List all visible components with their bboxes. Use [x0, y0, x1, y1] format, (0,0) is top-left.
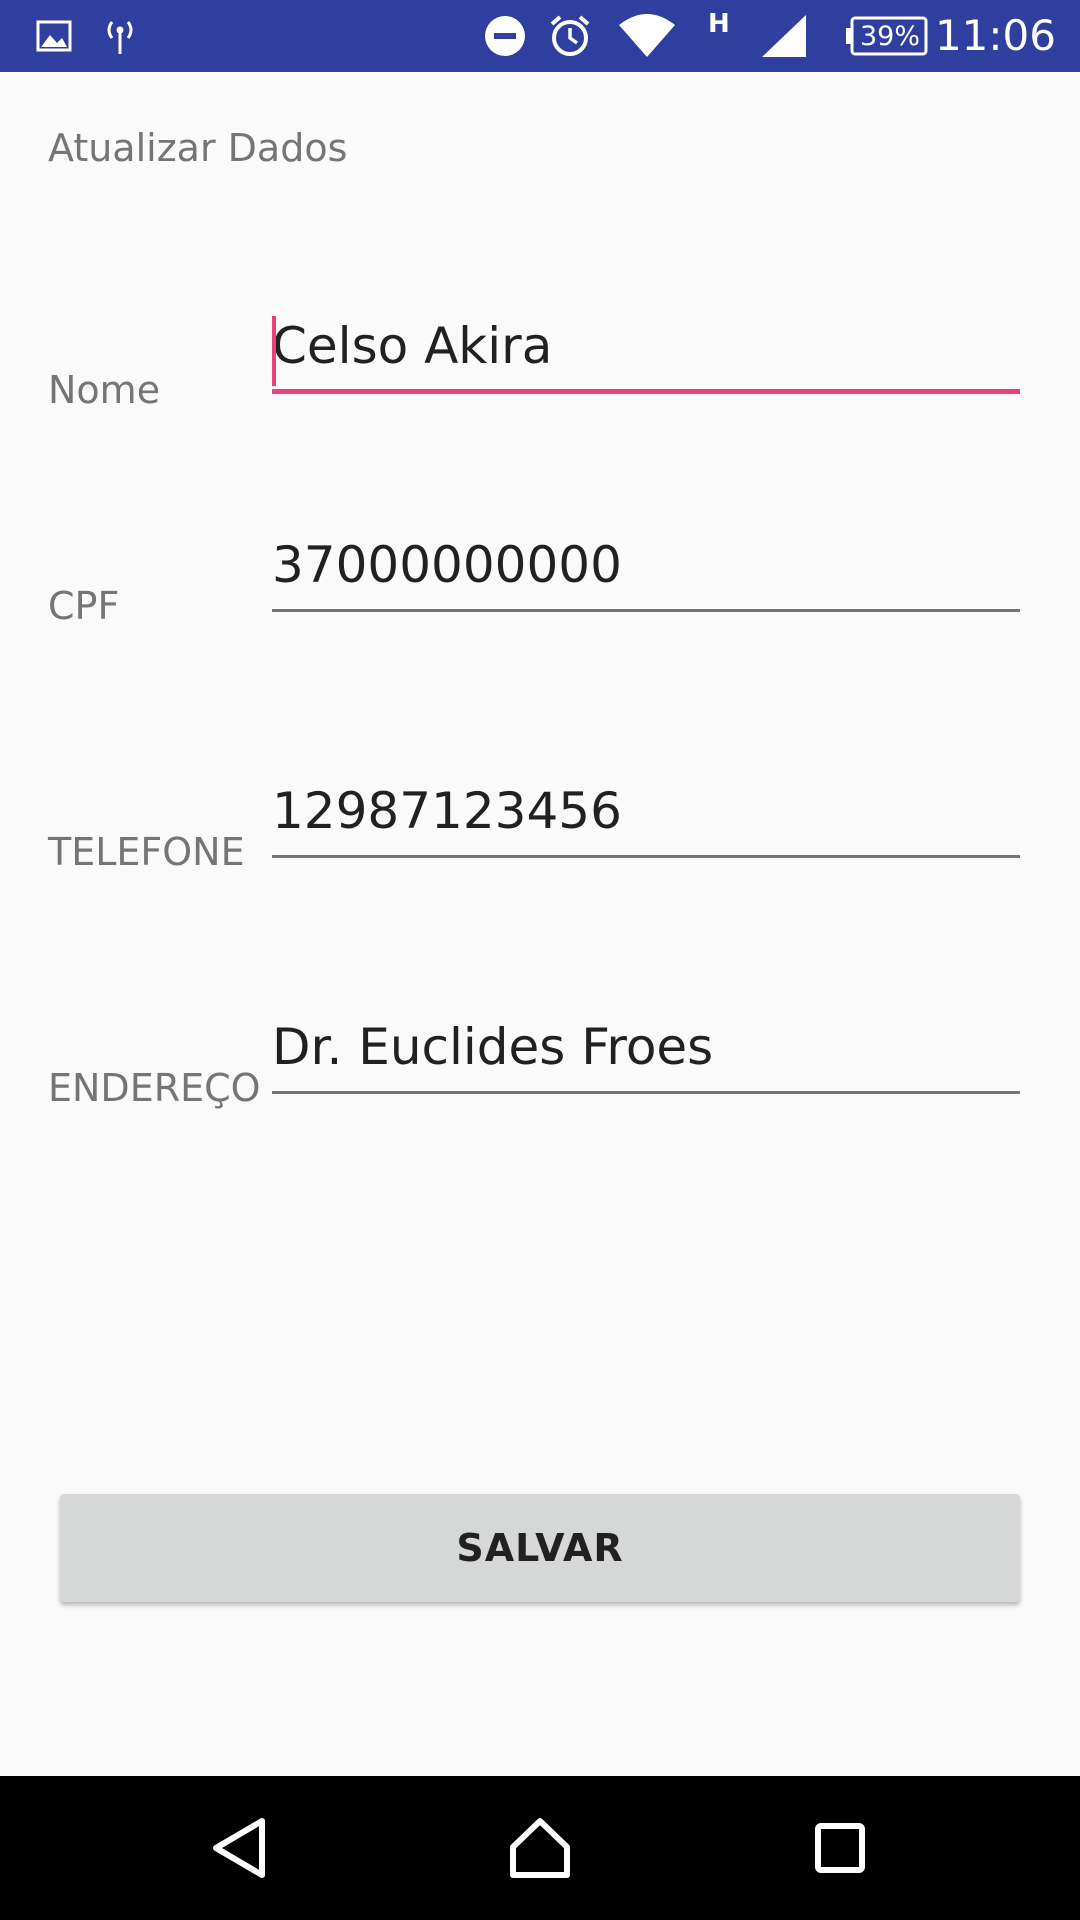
home-button[interactable]	[460, 1776, 620, 1920]
recents-button[interactable]	[760, 1776, 920, 1920]
status-bar: H 39% 11:06	[0, 0, 1080, 72]
nome-label: Nome	[48, 368, 161, 412]
navigation-bar	[0, 1776, 1080, 1920]
alarm-icon	[548, 0, 592, 72]
network-type-label: H	[708, 9, 730, 39]
telefone-label: TELEFONE	[48, 830, 245, 874]
endereco-input[interactable]	[272, 1012, 1020, 1094]
battery-percent: 39%	[860, 20, 921, 52]
telefone-input[interactable]	[272, 776, 1020, 858]
home-icon	[510, 1818, 570, 1878]
text-cursor	[272, 316, 276, 386]
wifi-icon	[618, 0, 676, 72]
back-button[interactable]	[160, 1776, 320, 1920]
page-title: Atualizar Dados	[48, 126, 348, 170]
nome-input[interactable]	[272, 312, 1020, 394]
cpf-label: CPF	[48, 584, 120, 628]
save-button[interactable]: SALVAR	[60, 1494, 1020, 1602]
cpf-input[interactable]	[272, 530, 1020, 612]
do-not-disturb-icon	[484, 0, 526, 72]
signal-icon	[760, 0, 808, 72]
back-icon	[213, 1818, 265, 1878]
hotspot-icon	[100, 0, 140, 72]
image-icon	[36, 0, 72, 72]
clock: 11:06	[934, 11, 1056, 60]
endereco-label: ENDEREÇO	[48, 1066, 261, 1110]
recents-icon	[815, 1823, 865, 1873]
